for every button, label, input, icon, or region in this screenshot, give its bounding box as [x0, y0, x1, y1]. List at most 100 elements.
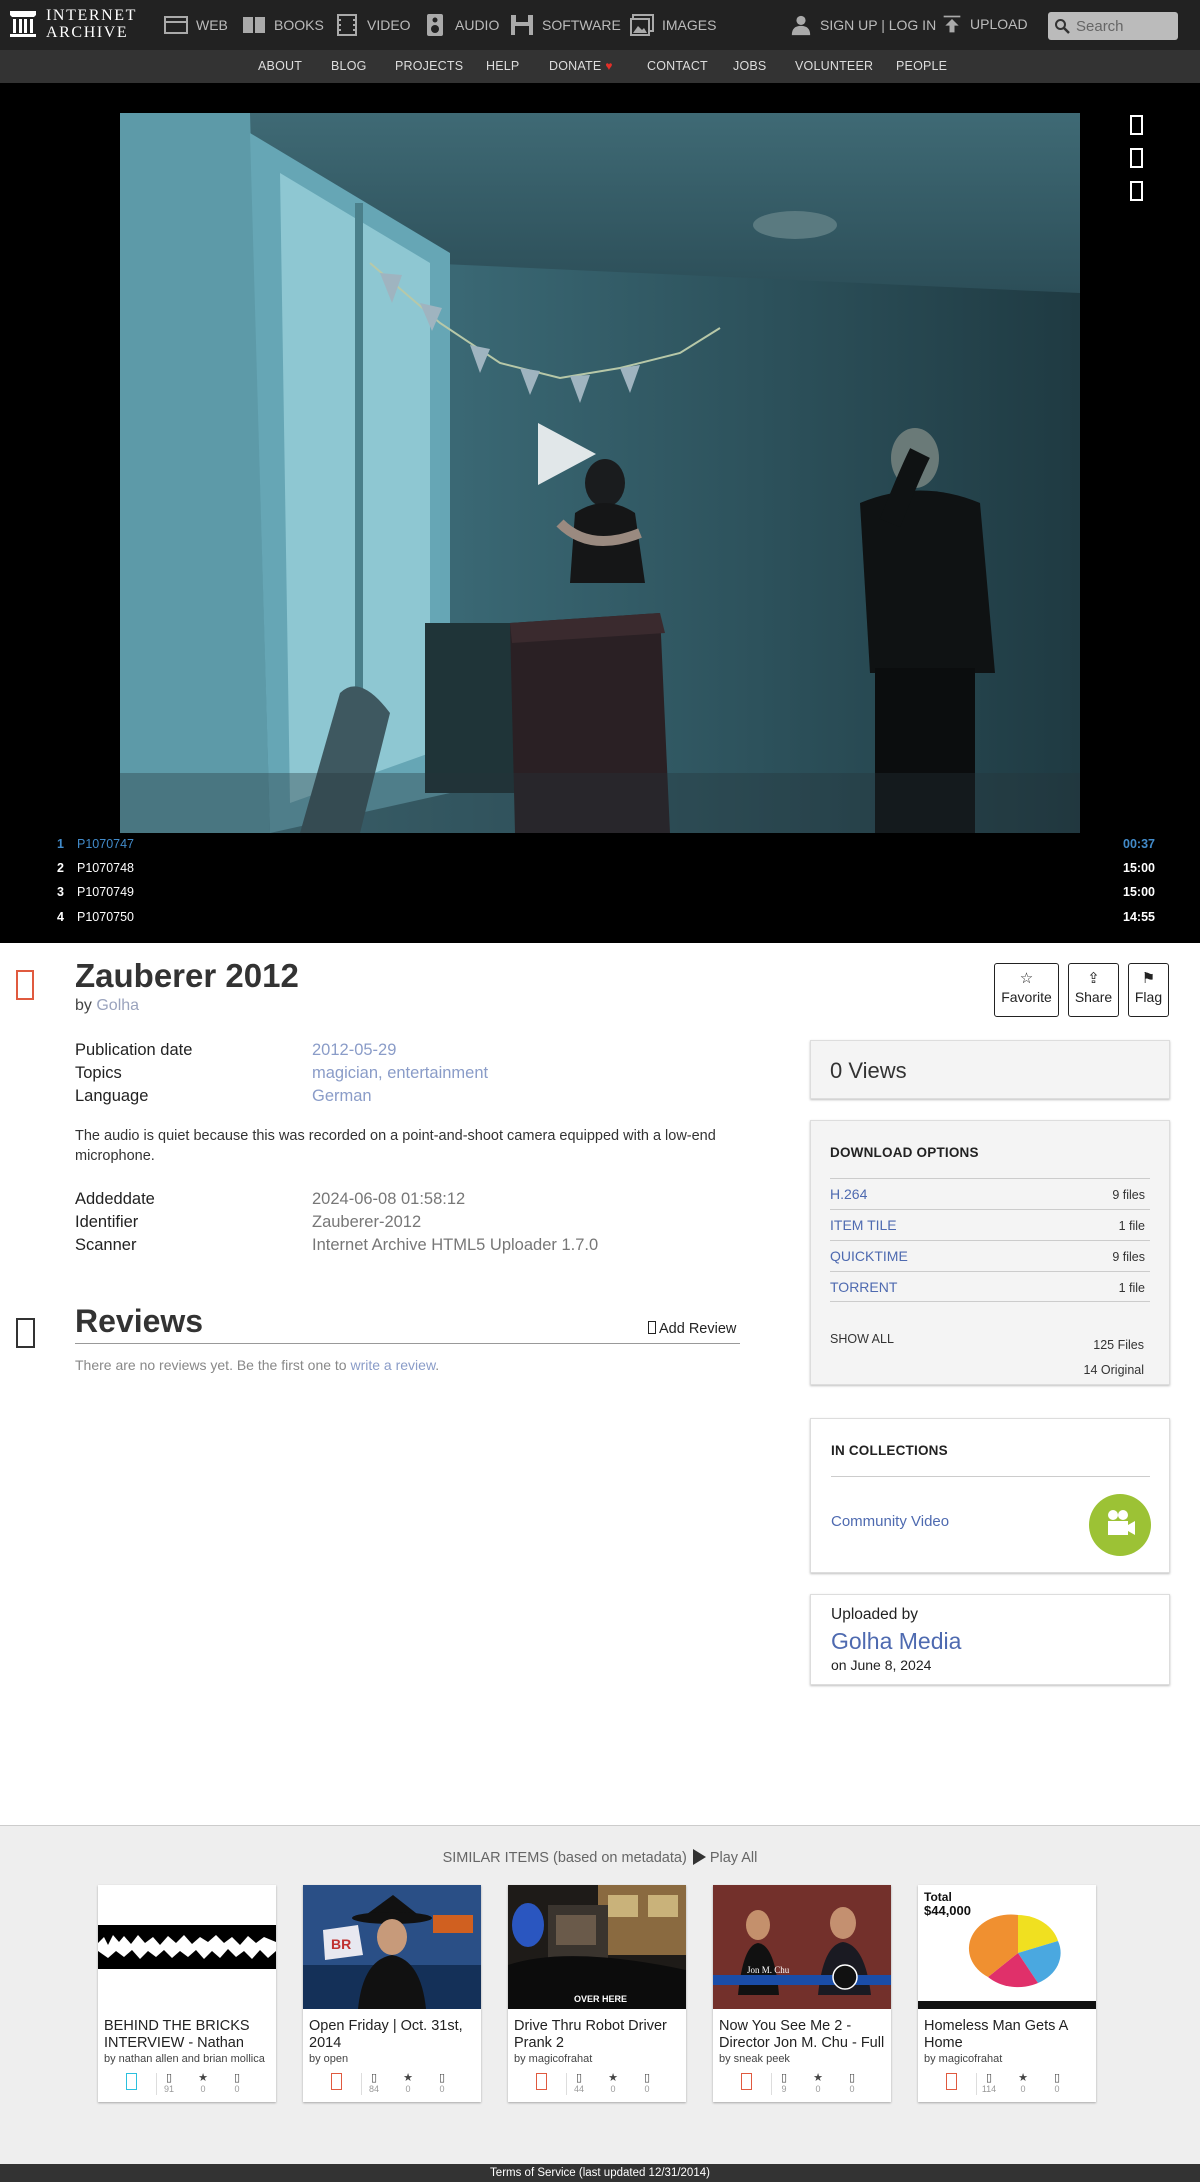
collections-divider — [831, 1476, 1150, 1477]
similar-items-heading: SIMILAR ITEMS (based on metadata) Play A… — [0, 1849, 1200, 1866]
download-link[interactable]: H.264 — [830, 1186, 867, 1202]
subnav-contact[interactable]: CONTACT — [647, 50, 708, 83]
subnav-help[interactable]: HELP — [486, 50, 519, 83]
video-player[interactable] — [120, 113, 1080, 833]
favorites-value: 0 — [200, 2084, 206, 2094]
meta-value: magician, entertainment — [312, 1064, 488, 1083]
footer-terms-link[interactable]: Terms of Service (last updated 12/31/201… — [0, 2164, 1200, 2182]
publication-date-link[interactable]: 2012-05-29 — [312, 1041, 396, 1059]
heart-icon: ♥ — [605, 59, 613, 73]
nav-audio[interactable]: AUDIO — [423, 0, 499, 50]
video-type-icon — [536, 2073, 547, 2090]
topics-links[interactable]: magician, entertainment — [312, 1064, 488, 1082]
similar-item-thumbnail — [98, 1885, 276, 2009]
search-box[interactable] — [1048, 12, 1178, 40]
site-name[interactable]: INTERNET ARCHIVE — [46, 7, 137, 41]
playlist-item[interactable]: 3 P1070749 15:00 — [0, 881, 1200, 905]
similar-item-card[interactable]: Total $44,000 Homeless Man Gets A Home b… — [918, 1885, 1096, 2102]
subnav-about[interactable]: ABOUT — [258, 50, 302, 83]
playlist-duration: 14:55 — [1123, 910, 1155, 924]
reviews-icon: ▯ — [1053, 2072, 1061, 2084]
download-options-box: DOWNLOAD OPTIONS H.264 9 files ITEM TILE… — [810, 1120, 1170, 1385]
nav-software[interactable]: SOFTWARE — [510, 0, 621, 50]
similar-item-card[interactable]: BEHIND THE BRICKS INTERVIEW - Nathan by … — [98, 1885, 276, 2102]
favorites-stat: ★ 0 — [391, 2071, 425, 2095]
nav-books[interactable]: BOOKS — [242, 0, 324, 50]
playlist-name: P1070748 — [77, 861, 135, 875]
sign-up-login[interactable]: SIGN UP | LOG IN — [790, 0, 936, 50]
meta-value: German — [312, 1087, 372, 1106]
similar-item-stats: ▯ 44 ★ 0 ▯ 0 — [508, 2071, 686, 2099]
audio-type-icon — [126, 2073, 137, 2090]
fullscreen-icon[interactable] — [1130, 181, 1143, 201]
sign-up-login-label: SIGN UP | LOG IN — [820, 17, 937, 33]
secondary-navbar: ABOUT BLOG PROJECTS HELP DONATE ♥ CONTACT… — [0, 50, 1200, 83]
author-link[interactable]: Golha — [96, 997, 139, 1014]
play-all-button[interactable]: Play All — [691, 1849, 757, 1866]
flag-button[interactable]: ⚑ Flag — [1128, 963, 1169, 1017]
subnav-people[interactable]: PEOPLE — [896, 50, 947, 83]
views-stat: ▯ 84 — [357, 2071, 391, 2095]
meta-value: 2024-06-08 01:58:12 — [312, 1190, 466, 1208]
similar-item-title: Open Friday | Oct. 31st, 2014 — [309, 2018, 463, 2051]
write-review-link[interactable]: write a review — [350, 1357, 435, 1373]
nav-images[interactable]: IMAGES — [630, 0, 716, 50]
download-link[interactable]: TORRENT — [830, 1279, 897, 1295]
nav-video[interactable]: VIDEO — [335, 0, 411, 50]
subnav-donate[interactable]: DONATE ♥ — [549, 50, 613, 83]
embed-icon[interactable] — [1130, 148, 1143, 168]
community-video-icon[interactable] — [1089, 1494, 1151, 1556]
star-icon: ★ — [403, 2072, 413, 2084]
favorites-value: 0 — [815, 2084, 821, 2094]
upload-label: UPLOAD — [970, 16, 1028, 32]
logo-line2: ARCHIVE — [46, 24, 129, 41]
playlist-number: 1 — [57, 837, 64, 851]
audio-icon — [427, 14, 443, 36]
collection-link[interactable]: Community Video — [831, 1513, 949, 1530]
svg-text:Jon M. Chu: Jon M. Chu — [747, 1965, 790, 1975]
reviews-stat: ▯ 0 — [425, 2071, 459, 2095]
original-files: 14 Original — [1083, 1363, 1144, 1377]
search-icon — [1055, 19, 1070, 34]
subnav-jobs[interactable]: JOBS — [733, 50, 766, 83]
add-review-button[interactable]: Add Review — [648, 1321, 736, 1337]
playlist-item[interactable]: 4 P1070750 14:55 — [0, 906, 1200, 930]
playlist-item[interactable]: 2 P1070748 15:00 — [0, 857, 1200, 881]
reviews-heading: Reviews — [75, 1303, 204, 1339]
theater-mode-icon[interactable] — [1130, 115, 1143, 135]
download-link[interactable]: ITEM TILE — [830, 1217, 897, 1233]
favorite-button[interactable]: ☆ Favorite — [994, 963, 1059, 1017]
similar-item-thumbnail: Total $44,000 — [918, 1885, 1096, 2009]
subnav-volunteer[interactable]: VOLUNTEER — [795, 50, 873, 83]
download-link[interactable]: QUICKTIME — [830, 1248, 908, 1264]
playlist-duration: 15:00 — [1123, 861, 1155, 875]
download-row: QUICKTIME 9 files — [830, 1240, 1150, 1271]
subnav-projects[interactable]: PROJECTS — [395, 50, 463, 83]
nav-web-label: WEB — [196, 17, 228, 33]
similar-item-title: Now You See Me 2 - Director Jon M. Chu -… — [719, 2018, 885, 2051]
share-button[interactable]: ⇪ Share — [1068, 963, 1119, 1017]
favorites-stat: ★ 0 — [596, 2071, 630, 2095]
similar-item-card[interactable]: BR Open Friday | Oct. 31st, 2014 by open… — [303, 1885, 481, 2102]
internet-archive-logo-icon[interactable] — [8, 9, 38, 39]
nav-web[interactable]: WEB — [164, 0, 228, 50]
reviews-value: 0 — [234, 2084, 240, 2094]
download-file-count: 9 files — [1112, 1250, 1145, 1264]
language-link[interactable]: German — [312, 1087, 372, 1105]
meta-label: Language — [75, 1087, 149, 1105]
similar-item-title: Homeless Man Gets A Home — [924, 2018, 1068, 2051]
show-all-link[interactable]: SHOW ALL — [830, 1332, 894, 1346]
playlist-item[interactable]: 1 P1070747 00:37 — [0, 833, 1200, 857]
upload-date: on June 8, 2024 — [831, 1657, 932, 1673]
upload-link[interactable]: UPLOAD — [942, 0, 1028, 49]
subnav-blog[interactable]: BLOG — [331, 50, 367, 83]
uploader-link[interactable]: Golha Media — [831, 1628, 961, 1655]
similar-item-card[interactable]: Jon M. Chu Now You See Me 2 - Director J… — [713, 1885, 891, 2102]
reviews-icon: ▯ — [233, 2072, 241, 2084]
nav-audio-label: AUDIO — [455, 17, 500, 33]
search-input[interactable] — [1076, 17, 1176, 35]
similar-item-card[interactable]: OVER HERE Drive Thru Robot Driver Prank … — [508, 1885, 686, 2102]
play-icon[interactable] — [538, 423, 596, 485]
add-review-label: Add Review — [659, 1321, 737, 1337]
star-icon: ★ — [198, 2072, 208, 2084]
